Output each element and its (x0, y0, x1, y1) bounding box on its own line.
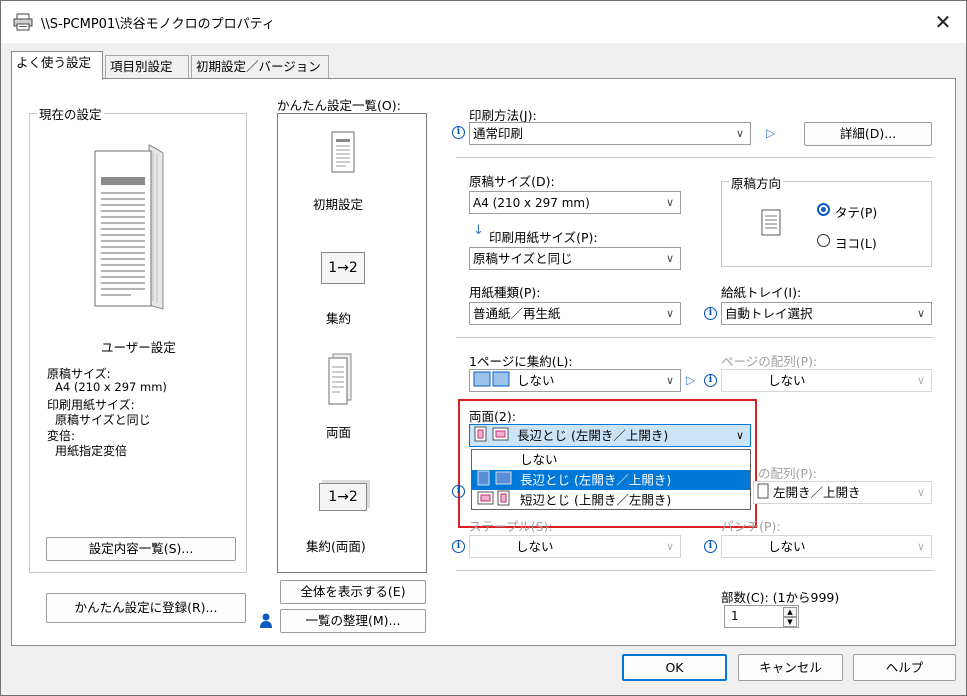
paper-type-value: 普通紙／再生紙 (473, 306, 561, 321)
profile-name: ユーザー設定 (101, 340, 176, 355)
landscape-radio-label[interactable]: ヨコ(L) (835, 233, 877, 252)
chevron-down-icon: ∨ (665, 307, 674, 320)
document-preview-icon (91, 141, 171, 314)
separator (456, 157, 934, 158)
ok-button[interactable]: OK (622, 654, 727, 681)
summary-paper-size-value: 原稿サイズと同じ (55, 413, 151, 427)
orientation-label: 原稿方向 (729, 173, 784, 192)
n-up-icon (473, 371, 513, 392)
copies-spinner[interactable]: 1 ▲ ▼ (724, 605, 799, 628)
tab-strip: よく使う設定 項目別設定 初期設定／バージョン (11, 51, 956, 80)
chevron-down-icon: ∨ (735, 127, 744, 140)
portrait-page-icon (761, 209, 783, 240)
cancel-button[interactable]: キャンセル (738, 654, 843, 681)
title-bar: \\S-PCMP01\渋谷モノクロのプロパティ ✕ (1, 1, 966, 43)
register-easy-setting-button[interactable]: かんたん設定に登録(R)... (46, 593, 246, 623)
info-icon[interactable]: i (452, 485, 465, 498)
highlight-box (458, 399, 757, 528)
arrow-down-icon: ↓ (473, 223, 484, 238)
punch-value: しない (768, 539, 806, 554)
duplex-order-select[interactable]: 左開き／上開き ∨ (753, 481, 932, 504)
paper-size-value: 原稿サイズと同じ (473, 251, 573, 266)
page-order-value: しない (768, 373, 806, 388)
copies-label: 部数(C): (1から999) (721, 590, 840, 605)
pages-per-sheet-value: しない (516, 373, 555, 388)
chevron-down-icon: ∨ (916, 486, 925, 499)
properties-dialog: \\S-PCMP01\渋谷モノクロのプロパティ ✕ よく使う設定 項目別設定 初… (0, 0, 967, 696)
paper-size-select[interactable]: 原稿サイズと同じ ∨ (469, 247, 681, 270)
details-button[interactable]: 詳細(D)... (804, 122, 932, 146)
paper-tray-label: 給紙トレイ(I): (721, 285, 802, 300)
duplex-order-icon (757, 483, 769, 504)
settings-list-button[interactable]: 設定内容一覧(S)... (46, 537, 236, 561)
page-order-label: ページの配列(P): (721, 354, 818, 369)
paper-tray-value: 自動トレイ選択 (725, 306, 813, 321)
help-button[interactable]: ヘルプ (853, 654, 956, 681)
list-item-n-up-duplex[interactable]: 集約(両面) (306, 536, 366, 555)
list-item-n-up[interactable]: 集約 (326, 308, 351, 327)
info-icon[interactable]: i (704, 374, 717, 387)
paper-type-select[interactable]: 普通紙／再生紙 ∨ (469, 302, 681, 325)
original-size-select[interactable]: A4 (210 x 297 mm) ∨ (469, 191, 681, 214)
play-arrow-icon: ▷ (686, 373, 696, 387)
info-icon[interactable]: i (704, 540, 717, 553)
paper-type-label: 用紙種類(P): (469, 285, 541, 300)
two-up-duplex-icon: 1→2 (319, 483, 367, 511)
duplex-icon (327, 353, 353, 408)
info-icon[interactable]: i (452, 126, 465, 139)
chevron-down-icon: ∨ (916, 307, 925, 320)
chevron-down-icon: ∨ (916, 540, 925, 553)
original-size-value: A4 (210 x 297 mm) (473, 196, 590, 210)
play-arrow-icon: ▷ (766, 126, 776, 140)
two-up-icon: 1→2 (321, 252, 365, 284)
page-order-select[interactable]: しない ∨ (721, 369, 932, 392)
staple-select[interactable]: しない ∨ (469, 535, 681, 558)
summary-zoom-value: 用紙指定変倍 (55, 444, 128, 458)
printer-icon (13, 13, 33, 34)
pages-per-sheet-label: 1ページに集約(L): (469, 354, 573, 369)
current-settings-label: 現在の設定 (37, 104, 104, 123)
separator (456, 570, 934, 571)
user-icon (259, 613, 273, 632)
spinner-down-icon[interactable]: ▼ (783, 617, 797, 627)
chevron-down-icon: ∨ (916, 374, 925, 387)
original-size-label: 原稿サイズ(D): (469, 174, 555, 189)
window-title: \\S-PCMP01\渋谷モノクロのプロパティ (41, 17, 275, 32)
easy-settings-label: かんたん設定一覧(O): (277, 98, 401, 113)
tab-item-settings[interactable]: 項目別設定 (105, 55, 189, 79)
punch-select[interactable]: しない ∨ (721, 535, 932, 558)
chevron-down-icon: ∨ (665, 252, 674, 265)
landscape-radio[interactable] (817, 234, 830, 247)
info-icon[interactable]: i (704, 307, 717, 320)
info-icon[interactable]: i (452, 540, 465, 553)
tab-frequent-settings[interactable]: よく使う設定 (11, 51, 103, 80)
punch-label: パンチ(P): (721, 519, 781, 534)
copies-value: 1 (731, 609, 739, 623)
staple-label: ステープル(S): (469, 519, 553, 534)
list-item-duplex[interactable]: 両面 (326, 422, 351, 441)
chevron-down-icon: ∨ (665, 540, 674, 553)
pages-per-sheet-select[interactable]: しない ∨ (469, 369, 681, 392)
chevron-down-icon: ∨ (665, 196, 674, 209)
document-icon (331, 131, 357, 178)
paper-size-label: 印刷用紙サイズ(P): (489, 230, 598, 245)
spinner-up-icon[interactable]: ▲ (783, 607, 797, 617)
organize-list-button[interactable]: 一覧の整理(M)... (280, 609, 426, 633)
staple-value: しない (516, 539, 554, 554)
summary-original-size-value: A4 (210 x 297 mm) (55, 380, 167, 394)
tab-initial-settings-version[interactable]: 初期設定／バージョン (191, 55, 329, 79)
print-method-value: 通常印刷 (473, 126, 524, 141)
duplex-order-value: 左開き／上開き (772, 485, 861, 500)
paper-tray-select[interactable]: 自動トレイ選択 ∨ (721, 302, 932, 325)
portrait-radio[interactable] (817, 203, 830, 216)
list-item-initial[interactable]: 初期設定 (313, 194, 363, 213)
show-all-button[interactable]: 全体を表示する(E) (280, 580, 426, 604)
chevron-down-icon: ∨ (665, 374, 674, 387)
portrait-radio-label[interactable]: タテ(P) (835, 202, 877, 221)
print-method-select[interactable]: 通常印刷 ∨ (469, 122, 751, 145)
orientation-group (721, 181, 932, 267)
separator (456, 337, 934, 338)
close-icon[interactable]: ✕ (925, 7, 961, 37)
duplex-order-label: の配列(P): (758, 466, 818, 481)
